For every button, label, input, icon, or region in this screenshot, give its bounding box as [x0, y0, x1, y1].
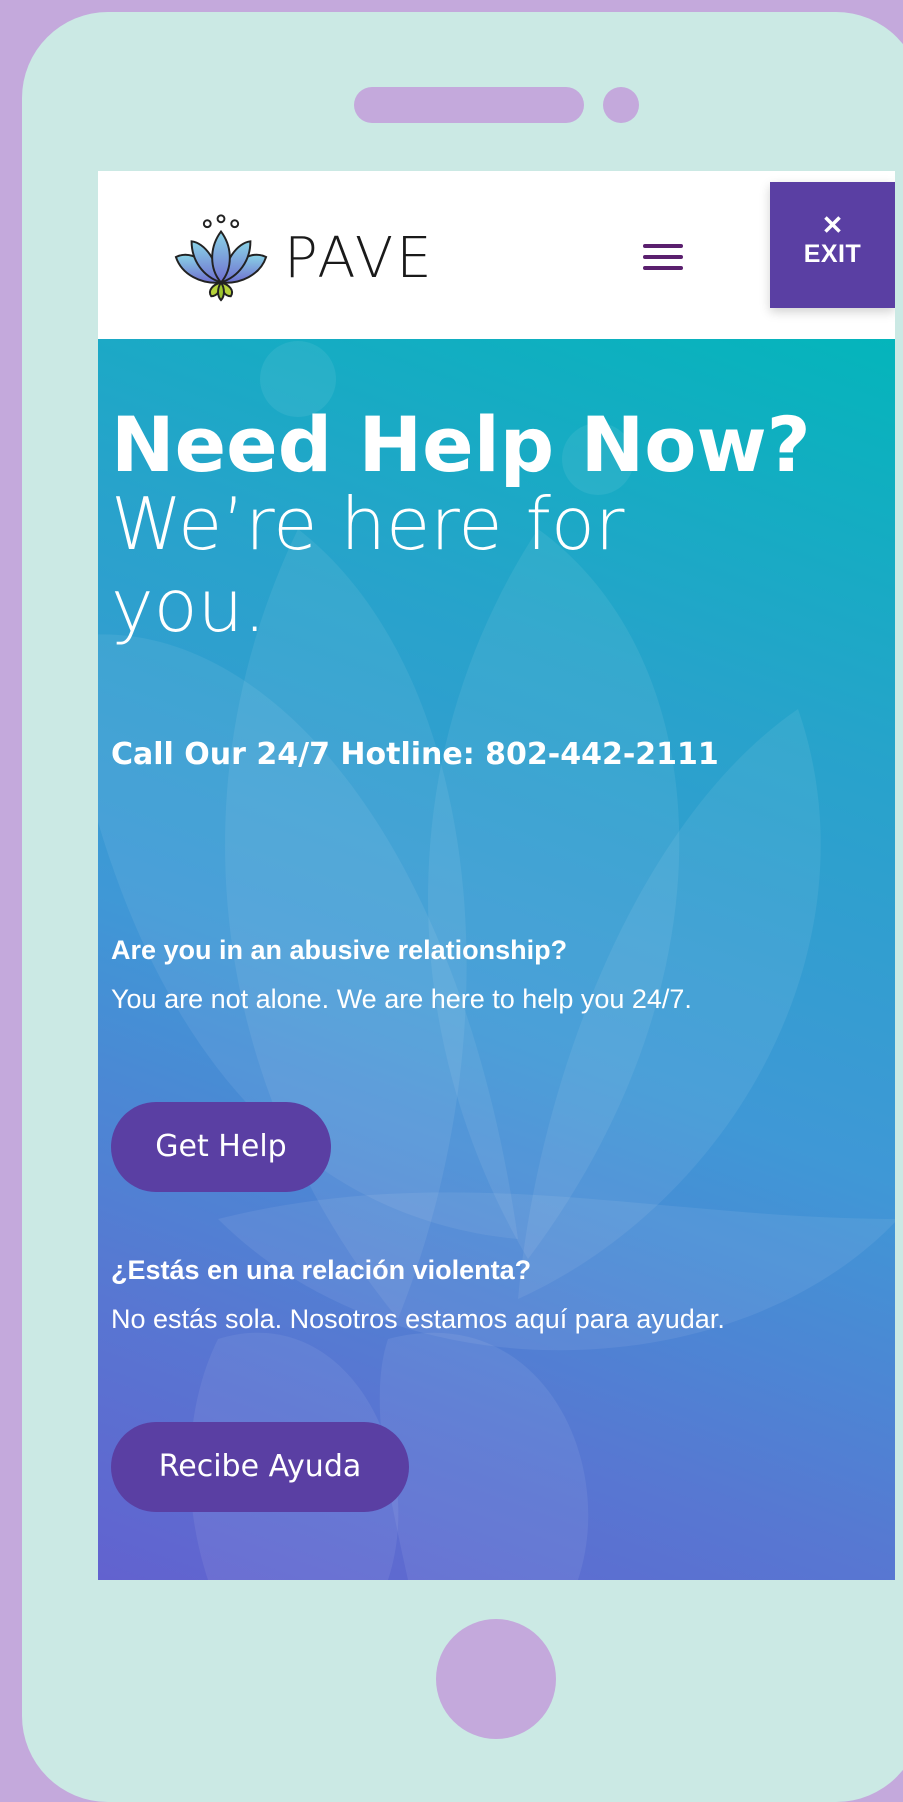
hero-section: Need Help Now? We’re here for you. Call …: [98, 339, 895, 1580]
spanish-question: ¿Estás en una relación violenta?: [111, 1255, 532, 1285]
phone-home-button: [436, 1619, 556, 1739]
phone-camera: [603, 87, 639, 123]
exit-button[interactable]: ✕ EXIT: [770, 182, 895, 308]
brand-name: PAVE: [284, 225, 435, 291]
phone-frame: PAVE ✕ EXIT Need Help Now? We’re here fo…: [22, 12, 903, 1802]
get-help-button[interactable]: Get Help: [111, 1102, 331, 1192]
phone-speaker: [354, 87, 584, 123]
hero-subheadline: We’re here for you.: [111, 482, 625, 648]
english-question: Are you in an abusive relationship?: [111, 935, 568, 965]
close-icon: ✕: [821, 210, 844, 240]
hero-headline: Need Help Now?: [111, 400, 811, 489]
recibe-ayuda-button[interactable]: Recibe Ayuda: [111, 1422, 409, 1512]
lotus-icon: [174, 214, 268, 302]
spanish-answer: No estás sola. Nosotros estamos aquí par…: [111, 1304, 725, 1334]
exit-label: EXIT: [803, 240, 862, 268]
pave-logo[interactable]: PAVE: [172, 213, 435, 303]
english-answer: You are not alone. We are here to help y…: [111, 984, 692, 1014]
phone-screen: PAVE ✕ EXIT Need Help Now? We’re here fo…: [98, 171, 895, 1580]
site-header: PAVE ✕ EXIT: [98, 171, 895, 339]
hamburger-menu-icon[interactable]: [643, 244, 683, 276]
hotline-text[interactable]: Call Our 24/7 Hotline: 802-442-2111: [111, 737, 719, 772]
